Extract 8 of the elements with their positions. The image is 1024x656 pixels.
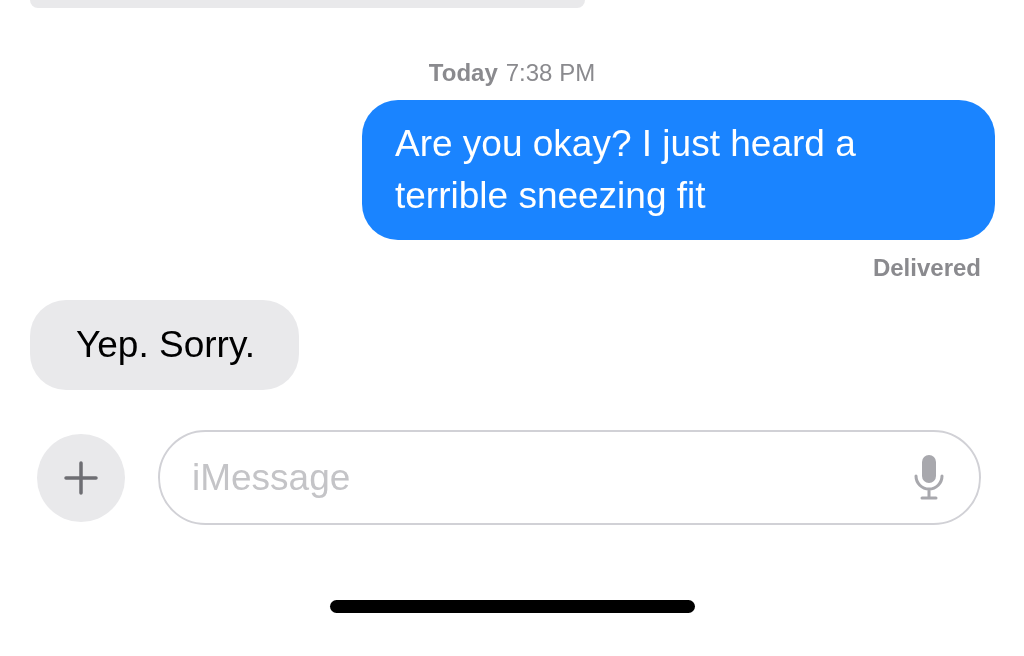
timestamp-time: 7:38 PM xyxy=(505,58,596,88)
microphone-icon[interactable] xyxy=(913,454,945,500)
message-bubble: Are you okay? I just heard a terrible sneezing fit xyxy=(362,100,995,240)
timestamp-day: Today xyxy=(428,58,498,88)
message-bubble: Yep. Sorry. xyxy=(30,300,299,390)
delivery-status: Delivered xyxy=(872,254,981,282)
plus-icon xyxy=(64,460,98,495)
message-field[interactable]: iMessage xyxy=(158,430,981,525)
